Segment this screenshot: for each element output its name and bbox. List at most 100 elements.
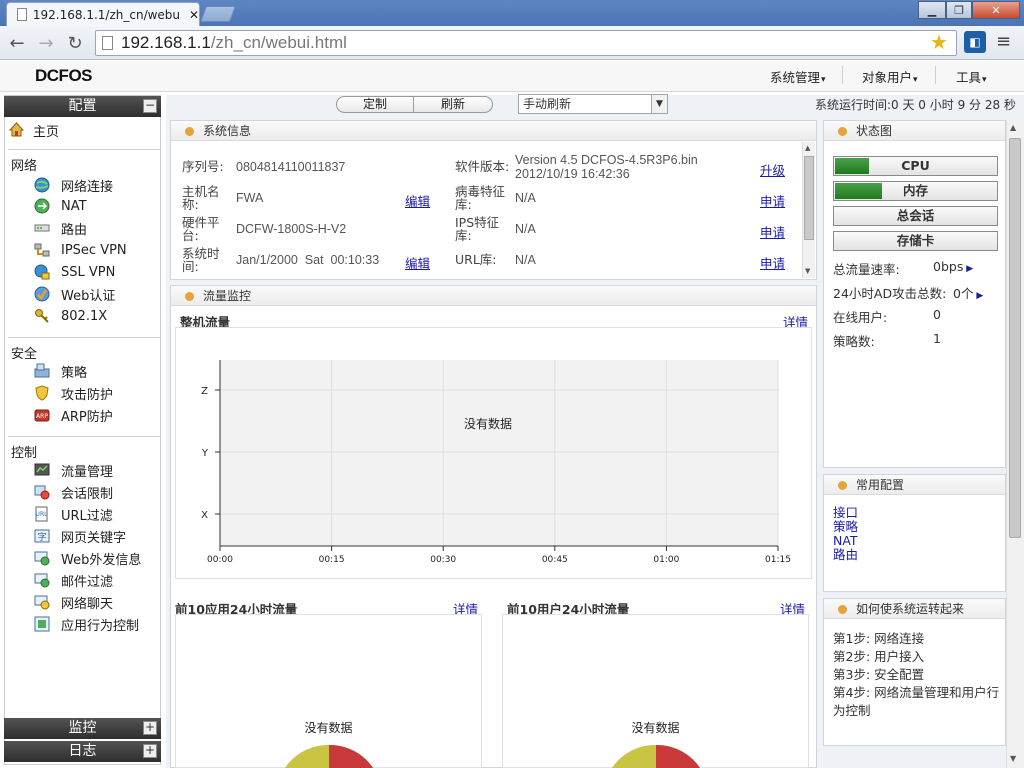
apply-ips-link[interactable]: 申请: [760, 222, 785, 241]
online-users-value: 0: [933, 307, 941, 322]
top-user-no-data: 没有数据: [631, 721, 680, 735]
scroll-up-icon[interactable]: ▲: [805, 144, 810, 152]
sidebar-config-title: 配置: [68, 98, 97, 114]
app-logo: DCFOS: [35, 66, 93, 85]
window-close-button[interactable]: ✕: [972, 1, 1020, 19]
common-link-route[interactable]: 路由: [833, 548, 858, 562]
custom-button[interactable]: 定制: [336, 96, 414, 113]
sidebar-item-ipsec-vpn[interactable]: IPSec VPN: [34, 240, 127, 260]
page-scrollbar-thumb[interactable]: [1009, 138, 1021, 538]
refresh-mode-value: 手动刷新: [523, 97, 572, 111]
expand-icon[interactable]: +: [143, 744, 157, 758]
collapse-icon[interactable]: −: [143, 99, 157, 113]
new-tab-button[interactable]: [200, 6, 236, 22]
status-title: 状态图: [824, 121, 1005, 141]
extension-icon[interactable]: ◧: [964, 31, 986, 53]
menu-tools[interactable]: 工具: [956, 67, 987, 86]
top-app-no-data: 没有数据: [304, 721, 353, 735]
bookmark-star-icon[interactable]: ★: [930, 30, 948, 54]
memory-meter[interactable]: 内存: [833, 181, 998, 201]
menu-system-management[interactable]: 系统管理: [770, 67, 826, 86]
storage-meter[interactable]: 存储卡: [833, 231, 998, 251]
sidebar-item-label: IPSec VPN: [61, 242, 127, 258]
sidebar-item-web-keyword[interactable]: 字 网页关键字: [34, 526, 126, 546]
total-rate-label: 总流量速率:: [833, 262, 900, 277]
menu-object-users[interactable]: 对象用户: [862, 67, 918, 86]
sidebar-item-network-connection[interactable]: 网络连接: [34, 175, 113, 195]
scroll-up-icon[interactable]: ▲: [1010, 123, 1016, 132]
key-plug-icon: [34, 308, 51, 324]
sidebar-item-web-outgoing[interactable]: Web外发信息: [34, 548, 141, 568]
sidebar-item-label: 应用行为控制: [61, 618, 140, 634]
sidebar-item-label: 网页关键字: [61, 530, 127, 546]
sidebar-item-chat[interactable]: 网络聊天: [34, 592, 113, 612]
sidebar-monitor-header[interactable]: 监控 +: [4, 718, 161, 739]
sidebar-item-8021x[interactable]: 802.1X: [34, 306, 107, 326]
url-db-value: N/A: [515, 253, 536, 267]
sidebar-item-traffic-management[interactable]: 流量管理: [34, 460, 113, 480]
chevron-down-icon[interactable]: ▼: [651, 95, 667, 113]
sidebar-item-arp-protection[interactable]: ARP ARP防护: [34, 405, 113, 425]
common-link-policy[interactable]: 策略: [833, 520, 858, 534]
url-path: /zh_cn/webui.html: [210, 33, 347, 52]
apply-url-link[interactable]: 申请: [760, 253, 785, 272]
back-icon[interactable]: ←: [6, 32, 28, 54]
sidebar-item-nat[interactable]: NAT: [34, 196, 87, 216]
forward-icon[interactable]: →: [35, 32, 57, 54]
browser-tab[interactable]: 192.168.1.1/zh_cn/webui.html ✕: [6, 2, 200, 26]
close-tab-icon[interactable]: ✕: [189, 8, 199, 22]
scrollbar-thumb[interactable]: [804, 156, 814, 240]
sidebar-config-header[interactable]: 配置 −: [4, 96, 161, 117]
divider: [8, 149, 160, 150]
sidebar-item-route[interactable]: 路由: [34, 218, 87, 238]
sidebar-item-session-limit[interactable]: 会话限制: [34, 482, 113, 502]
svg-text:ARP: ARP: [36, 413, 48, 420]
scroll-down-icon[interactable]: ▼: [805, 267, 810, 275]
sidebar-item-label: NAT: [61, 198, 87, 214]
sidebar-item-label: 802.1X: [61, 308, 108, 324]
sidebar-item-label: 会话限制: [61, 486, 114, 502]
sidebar-item-mail-filter[interactable]: 邮件过滤: [34, 570, 113, 590]
edit-time-link[interactable]: 编辑: [405, 253, 430, 272]
sidebar-item-web-auth[interactable]: Web认证: [34, 284, 115, 304]
tab-title: 192.168.1.1/zh_cn/webui.html: [32, 7, 181, 22]
virus-db-value: N/A: [515, 191, 536, 205]
sidebar-item-attack-protection[interactable]: 攻击防护: [34, 383, 113, 403]
howto-title: 如何使系统运转起来: [824, 599, 1005, 619]
sidebar-item-url-filter[interactable]: URL URL过滤: [34, 504, 113, 524]
x-tick-label: 00:30: [430, 555, 456, 565]
address-bar[interactable]: 192.168.1.1/zh_cn/webui.html: [95, 30, 957, 56]
sidebar-log-header[interactable]: 日志 +: [4, 741, 161, 762]
edit-hostname-link[interactable]: 编辑: [405, 191, 430, 210]
web-outgoing-icon: [34, 550, 51, 566]
sidebar-item-home[interactable]: 主页: [8, 120, 59, 140]
mail-filter-icon: [34, 572, 51, 588]
sidebar-item-ssl-vpn[interactable]: SSL VPN: [34, 262, 115, 282]
total-rate-value[interactable]: 0bps ▶: [933, 259, 973, 274]
minimize-button[interactable]: ▁: [918, 1, 946, 19]
app-control-icon: [34, 616, 51, 632]
apply-virus-link[interactable]: 申请: [760, 191, 785, 210]
traffic-title: 流量监控: [171, 286, 816, 306]
y-tick-label: Z: [201, 386, 208, 397]
sidebar-item-policy[interactable]: 策略: [34, 361, 87, 381]
sidebar-group-security: 安全: [11, 347, 38, 362]
sessions-meter[interactable]: 总会话: [833, 206, 998, 226]
browser-menu-icon[interactable]: ≡: [996, 31, 1011, 52]
scroll-down-icon[interactable]: ▼: [1010, 754, 1016, 763]
refresh-button[interactable]: 刷新: [413, 96, 493, 113]
system-time-label: 系统时间:: [182, 246, 220, 274]
reload-icon[interactable]: ↻: [64, 32, 86, 54]
ad-attack-value[interactable]: 0个 ▶: [953, 283, 983, 302]
common-link-interface[interactable]: 接口: [833, 506, 858, 520]
expand-icon[interactable]: +: [143, 721, 157, 735]
serial-label: 序列号:: [182, 159, 224, 174]
common-link-nat[interactable]: NAT: [833, 534, 858, 548]
upgrade-link[interactable]: 升级: [760, 160, 785, 179]
sysinfo-scrollbar[interactable]: ▲ ▼: [802, 142, 815, 278]
sidebar-item-app-control[interactable]: 应用行为控制: [34, 614, 139, 634]
refresh-mode-select[interactable]: 手动刷新 ▼: [518, 94, 668, 114]
maximize-button[interactable]: ❐: [946, 1, 972, 19]
chart-no-data: 没有数据: [464, 416, 512, 431]
cpu-meter[interactable]: CPU: [833, 156, 998, 176]
